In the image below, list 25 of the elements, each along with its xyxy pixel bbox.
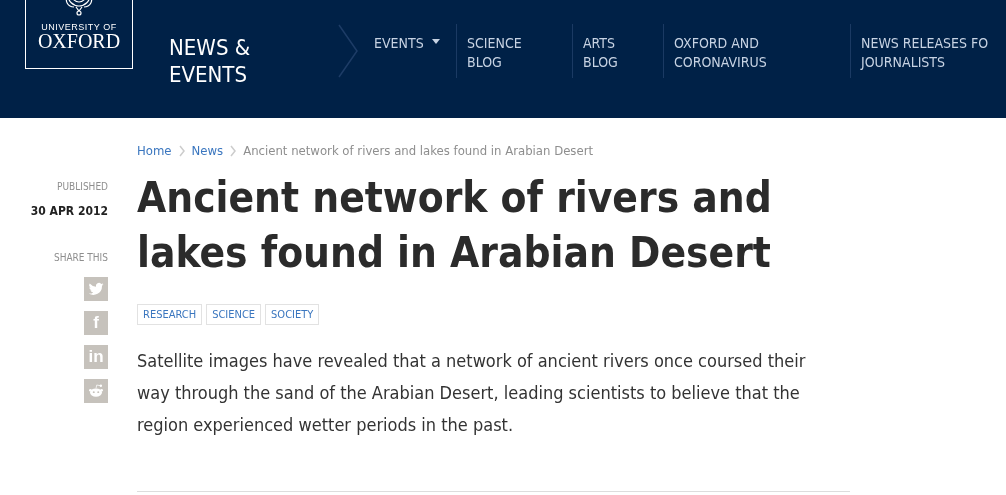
logo-text: UNIVERSITY OF xyxy=(41,22,117,32)
breadcrumb-link[interactable]: Home xyxy=(137,143,172,158)
university-logo[interactable]: UNIVERSITY OF OXFORD xyxy=(25,0,133,69)
share-label: SHARE THIS xyxy=(53,252,108,263)
nav-link[interactable]: NEWS RELEASES FO JOURNALISTS xyxy=(861,34,989,72)
nav-link[interactable]: ARTS BLOG xyxy=(583,34,618,72)
nav-link[interactable]: EVENTS xyxy=(374,34,424,53)
tag-link[interactable]: SOCIETY xyxy=(265,304,320,325)
chevron-icon xyxy=(178,144,185,157)
published-label: PUBLISHED xyxy=(57,181,108,192)
tag-link[interactable]: RESEARCH xyxy=(137,304,203,325)
alien-head-icon[interactable] xyxy=(84,379,108,403)
tag-link[interactable]: SCIENCE xyxy=(206,304,262,325)
section-title[interactable]: NEWS & EVENTS xyxy=(169,34,329,88)
nav-link[interactable]: SCIENCE BLOG xyxy=(467,34,522,72)
breadcrumb-current: Ancient network of rivers and lakes found in Arabian Desert xyxy=(243,143,594,158)
twitter-bird-icon[interactable] xyxy=(84,277,108,301)
article-title: Ancient network of rivers and lakes found in Arabian Desert xyxy=(137,172,773,279)
chevron-icon xyxy=(230,144,237,157)
nav-link[interactable]: OXFORD AND CORONAVIRUS xyxy=(674,34,767,72)
chevron-divider xyxy=(338,24,358,78)
breadcrumb-link[interactable]: News xyxy=(191,143,224,158)
logo-wordmark: OXFORD xyxy=(37,32,121,50)
article-summary: Satellite images have revealed that a network of ancient rivers once coursed their way through the sand of the Arabian Desert, leading scientists to believe that the region experienced wetter periods in the past. xyxy=(137,349,807,437)
publish-date: 30 APR 2012 xyxy=(30,204,108,218)
